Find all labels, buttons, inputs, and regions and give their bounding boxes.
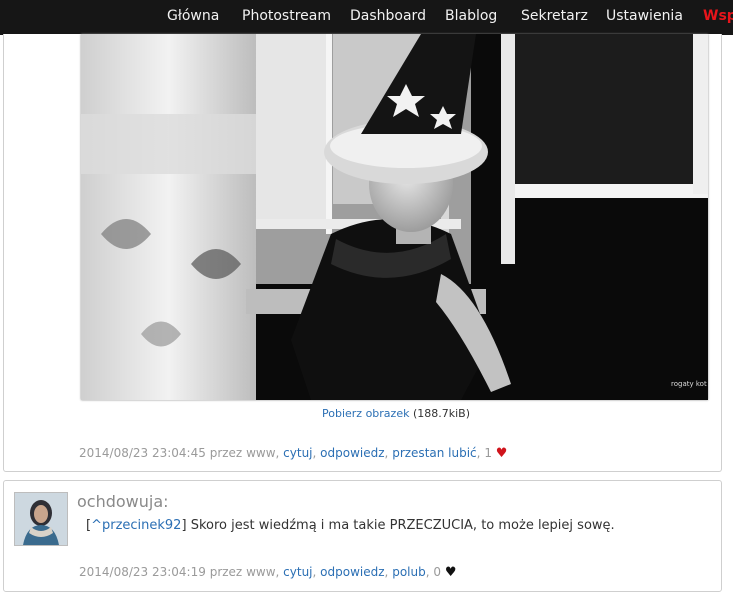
- post-author: www: [246, 446, 276, 460]
- download-image-link[interactable]: Pobierz obrazek: [322, 407, 409, 420]
- like-count: 0: [433, 565, 442, 579]
- reply-reference-link[interactable]: ^przecinek92: [91, 518, 181, 533]
- avatar[interactable]: [14, 492, 68, 546]
- separator: ,: [425, 565, 430, 579]
- nav-item-glowna[interactable]: Główna: [167, 0, 219, 35]
- comment-meta: 2014/08/23 23:04:19 przez www, cytuj, od…: [79, 565, 457, 580]
- separator: ,: [476, 446, 481, 460]
- post-timestamp: 2014/08/23 23:04:45: [79, 446, 206, 460]
- nav-item-sekretarz[interactable]: Sekretarz: [521, 0, 588, 35]
- reply-link[interactable]: odpowiedz: [320, 446, 384, 460]
- bracket-close: ]: [181, 518, 187, 533]
- reply-link[interactable]: odpowiedz: [320, 565, 384, 579]
- quote-link[interactable]: cytuj: [283, 446, 312, 460]
- heart-filled-red-icon: ♥: [495, 446, 508, 461]
- separator: ,: [312, 446, 317, 460]
- photo-watermark: rogaty kot fotografia: [671, 380, 708, 388]
- post-meta: 2014/08/23 23:04:45 przez www, cytuj, od…: [79, 446, 507, 461]
- separator: ,: [384, 565, 389, 579]
- post-by-label: przez: [209, 446, 243, 460]
- heart-filled-black-icon: ♥: [444, 565, 457, 580]
- nav-item-photostream[interactable]: Photostream: [242, 0, 331, 35]
- nav-item-ustawienia[interactable]: Ustawienia: [606, 0, 683, 35]
- comment-timestamp: 2014/08/23 23:04:19: [79, 565, 206, 579]
- like-link[interactable]: polub: [392, 565, 426, 579]
- separator: ,: [384, 446, 389, 460]
- comment-by-label: przez: [209, 565, 243, 579]
- like-count: 1: [484, 446, 492, 460]
- avatar-image: [15, 493, 67, 545]
- nav-item-wspa[interactable]: Wspa: [703, 0, 733, 35]
- quote-link[interactable]: cytuj: [283, 565, 312, 579]
- comment-author: www: [246, 565, 276, 579]
- nav-item-blablog[interactable]: Blablog: [445, 0, 497, 35]
- comment-username[interactable]: ochdowuja:: [77, 492, 169, 511]
- comment-body: [^przecinek92] Skoro jest wiedźmą i ma t…: [86, 518, 615, 533]
- separator: ,: [275, 565, 280, 579]
- separator: ,: [275, 446, 280, 460]
- download-line: Pobierz obrazek (188.7kiB): [322, 407, 470, 420]
- photo-illustration: rogaty kot fotografia: [81, 34, 708, 400]
- comment-text: Skoro jest wiedźmą i ma takie PRZECZUCIA…: [190, 518, 615, 533]
- unlike-link[interactable]: przestan lubić: [392, 446, 476, 460]
- download-size: (188.7kiB): [412, 407, 471, 420]
- post-photo[interactable]: rogaty kot fotografia: [81, 34, 708, 400]
- top-navigation: Główna Photostream Dashboard Blablog Sek…: [0, 0, 733, 35]
- nav-item-dashboard[interactable]: Dashboard: [350, 0, 426, 35]
- separator: ,: [312, 565, 317, 579]
